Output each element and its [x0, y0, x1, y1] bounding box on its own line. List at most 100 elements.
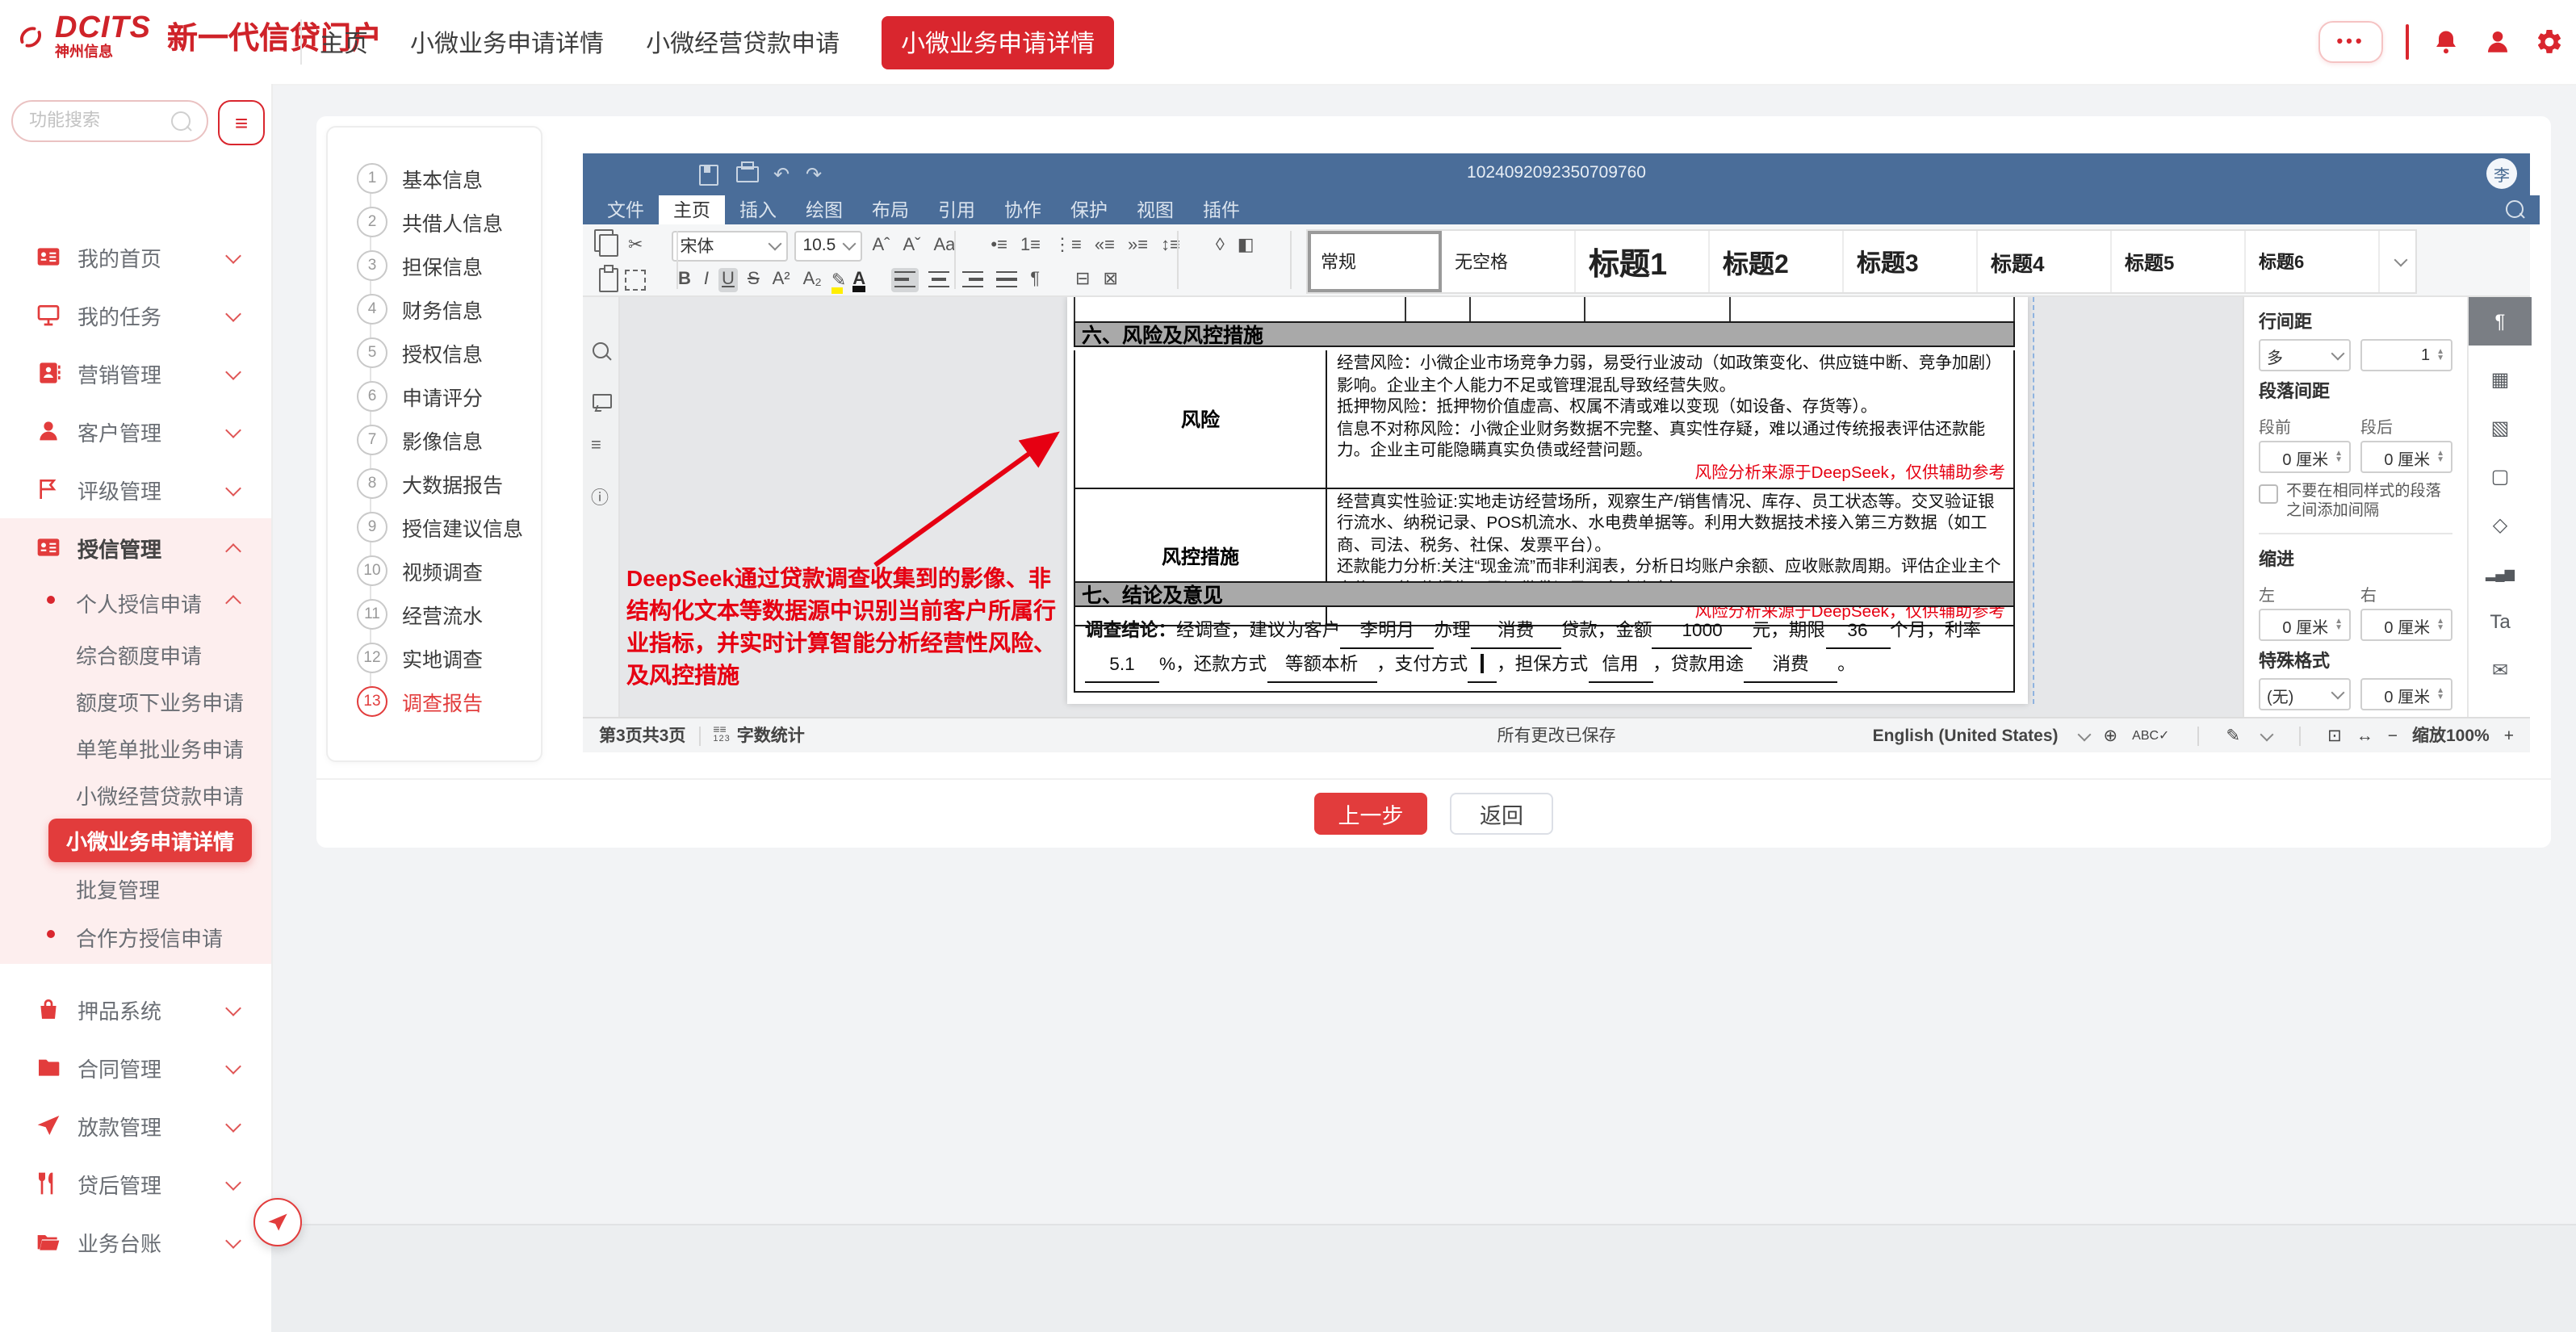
style-heading2[interactable]: 标题2	[1710, 231, 1844, 292]
tab-collaborate[interactable]: 协作	[990, 195, 1056, 224]
step-item[interactable]: 11经营流水	[328, 593, 541, 636]
spinner-arrows-icon[interactable]: ▲▼	[2436, 349, 2444, 362]
sidebar-item-quota-business[interactable]: 额度项下业务申请	[76, 686, 244, 717]
fit-width-icon[interactable]: ↔	[2356, 726, 2373, 745]
field-amount[interactable]: 1000	[1652, 615, 1753, 649]
step-item[interactable]: 4财务信息	[328, 287, 541, 331]
frame-icon[interactable]: ⊠	[1100, 267, 1120, 291]
step-item[interactable]: 7影像信息	[328, 418, 541, 462]
more-actions-button[interactable]: •••	[2318, 21, 2383, 63]
cut-icon[interactable]: ✂	[625, 233, 646, 258]
sidebar-item-single-batch[interactable]: 单笔单批业务申请	[76, 733, 244, 764]
find-icon[interactable]	[593, 342, 609, 358]
comments-icon[interactable]	[593, 394, 612, 408]
step-item[interactable]: 8大数据报告	[328, 462, 541, 505]
table-panel-icon[interactable]: ▦	[2469, 358, 2532, 400]
mail-merge-panel-icon[interactable]: ✉	[2469, 649, 2532, 691]
field-rate[interactable]: 5.1	[1085, 649, 1159, 683]
align-right-icon[interactable]	[959, 267, 986, 291]
spinner-arrows-icon[interactable]: ▲▼	[2436, 688, 2444, 701]
step-item-active[interactable]: 13调查报告	[328, 680, 541, 723]
sidebar-item-partner-credit[interactable]: 合作方授信申请	[76, 922, 223, 953]
underline-icon[interactable]: U	[718, 267, 738, 291]
bell-icon[interactable]	[2431, 27, 2461, 57]
grow-font-icon[interactable]: Aˆ	[869, 233, 893, 258]
shading-icon[interactable]: ◧	[1234, 233, 1258, 258]
sidebar-item-comprehensive-quota[interactable]: 综合额度申请	[76, 639, 202, 670]
tab-draw[interactable]: 绘图	[791, 195, 857, 224]
style-heading6[interactable]: 标题6	[2246, 231, 2380, 292]
field-loan-type[interactable]: 消费	[1471, 615, 1561, 649]
track-changes-icon[interactable]: ✎	[2226, 726, 2240, 745]
spinner-arrows-icon[interactable]: ▲▼	[2436, 618, 2444, 631]
sidebar-item-marketing[interactable]: 营销管理	[0, 349, 271, 397]
feedback-fab-button[interactable]	[253, 1198, 302, 1246]
sidebar-item-micro-detail-active[interactable]: 小微业务申请详情	[48, 819, 252, 862]
field-repayment[interactable]: 等额本析	[1267, 649, 1376, 683]
step-item[interactable]: 3担保信息	[328, 244, 541, 287]
back-button[interactable]: 返回	[1450, 793, 1553, 835]
nav-micro-loan[interactable]: 小微经营贷款申请	[646, 25, 840, 59]
field-customer-name[interactable]: 李明月	[1340, 615, 1434, 649]
paste-icon[interactable]	[599, 267, 618, 291]
tab-protect[interactable]: 保护	[1056, 195, 1122, 224]
style-no-spacing[interactable]: 无空格	[1442, 231, 1576, 292]
nav-micro-detail[interactable]: 小微业务申请详情	[410, 25, 604, 59]
sidebar-item-my-tasks[interactable]: 我的任务	[0, 291, 271, 339]
zoom-in-button[interactable]: +	[2504, 726, 2514, 745]
sidebar-item-my-home[interactable]: 我的首页	[0, 232, 271, 281]
line-spacing-select[interactable]: 多	[2259, 339, 2351, 371]
text-art-panel-icon[interactable]: Ta	[2469, 601, 2532, 643]
no-gap-checkbox[interactable]	[2259, 484, 2278, 504]
sidebar-item-collateral[interactable]: 押品系统	[0, 985, 271, 1033]
nav-pane-icon[interactable]: ≡	[591, 436, 601, 455]
sidebar-item-disbursement[interactable]: 放款管理	[0, 1101, 271, 1150]
style-heading5[interactable]: 标题5	[2112, 231, 2246, 292]
style-heading4[interactable]: 标题4	[1978, 231, 2112, 292]
numbered-list-icon[interactable]: 1≡	[1017, 233, 1044, 258]
line-spacing-icon[interactable]: ↕≡	[1158, 233, 1183, 258]
sidebar-item-micro-loan-apply[interactable]: 小微经营贷款申请	[76, 780, 244, 811]
shrink-font-icon[interactable]: Aˇ	[899, 233, 924, 258]
sidebar-item-post-loan[interactable]: 贷后管理	[0, 1159, 271, 1208]
document-page[interactable]: 六、风险及风控措施 风险 经营风险：小微企业市场竞争力弱，易受行业波动（如政策变…	[1067, 297, 2028, 704]
field-guarantee[interactable]: 信用	[1588, 649, 1652, 683]
highlight-icon[interactable]: ✎	[831, 269, 846, 290]
indent-right-stepper[interactable]: 0 厘米▲▼	[2360, 609, 2452, 641]
word-count-label[interactable]: 字数统计	[737, 723, 805, 748]
sidebar-item-credit[interactable]: 授信管理	[0, 523, 271, 572]
field-payment-method[interactable]	[1468, 649, 1497, 683]
globe-icon[interactable]: ⊕	[2104, 726, 2118, 745]
spacing-after-stepper[interactable]: 0 厘米▲▼	[2360, 441, 2452, 473]
style-heading1[interactable]: 标题1	[1576, 231, 1710, 292]
fit-page-icon[interactable]: ⊡	[2327, 726, 2342, 745]
italic-icon[interactable]: I	[701, 267, 712, 291]
chart-panel-icon[interactable]: ▂▄▆	[2469, 552, 2532, 594]
tab-plugins[interactable]: 插件	[1188, 195, 1254, 224]
step-item[interactable]: 10视频调查	[328, 549, 541, 593]
tab-file[interactable]: 文件	[593, 195, 659, 224]
tab-view[interactable]: 视图	[1122, 195, 1188, 224]
style-heading3[interactable]: 标题3	[1844, 231, 1978, 292]
sidebar-item-rating[interactable]: 评级管理	[0, 465, 271, 513]
sidebar-item-personal-credit[interactable]: 个人授信申请	[76, 588, 202, 618]
step-item[interactable]: 1基本信息	[328, 157, 541, 200]
nav-active-tab[interactable]: 小微业务申请详情	[882, 15, 1114, 69]
sidebar-item-approval-mgmt[interactable]: 批复管理	[76, 873, 160, 904]
line-spacing-stepper[interactable]: 1▲▼	[2360, 339, 2452, 371]
avatar[interactable]: 李	[2486, 158, 2517, 189]
style-normal[interactable]: 常规	[1308, 231, 1442, 292]
info-icon[interactable]: ⓘ	[591, 484, 609, 510]
tab-references[interactable]: 引用	[924, 195, 990, 224]
collapse-menu-button[interactable]: ≡	[218, 100, 265, 145]
format-painter-icon[interactable]: ⊟	[1072, 267, 1093, 291]
prev-step-button[interactable]: 上一步	[1314, 793, 1427, 835]
align-left-icon[interactable]	[891, 267, 919, 291]
field-term[interactable]: 36	[1825, 615, 1890, 649]
spacing-before-stepper[interactable]: 0 厘米▲▼	[2259, 441, 2351, 473]
spinner-arrows-icon[interactable]: ▲▼	[2335, 450, 2343, 463]
select-icon[interactable]	[625, 269, 646, 290]
shapes-panel-icon[interactable]: ◇	[2469, 504, 2532, 546]
indent-icon[interactable]: »≡	[1125, 233, 1151, 258]
pilcrow-icon[interactable]: ¶	[1027, 267, 1043, 291]
